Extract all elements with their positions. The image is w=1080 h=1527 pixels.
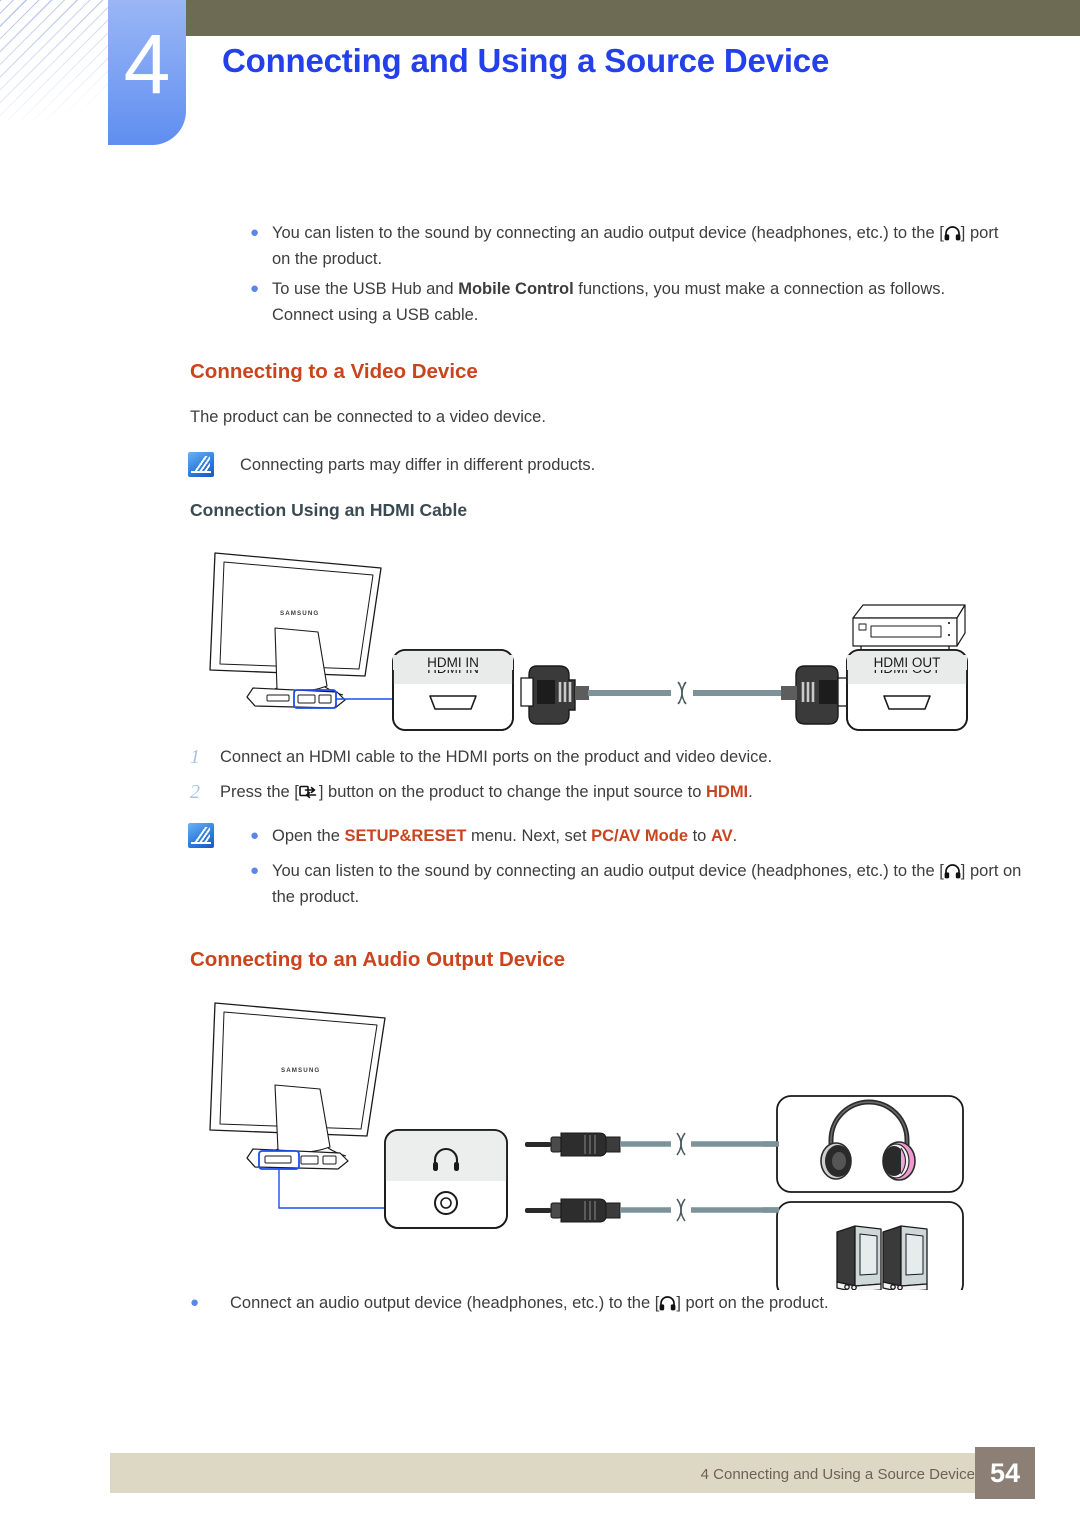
header-olive-bar: [185, 0, 1080, 36]
list-item: ● You can listen to the sound by connect…: [250, 858, 1040, 910]
footer-text: 4 Connecting and Using a Source Device: [700, 1466, 975, 1483]
bullet-text: To use the USB Hub and Mobile Control fu…: [272, 280, 946, 324]
headphone-icon: [944, 226, 961, 241]
list-item: ● Open the SETUP&RESET menu. Next, set P…: [250, 823, 1040, 849]
step-item: 2 Press the [] button on the product to …: [190, 779, 990, 805]
bullet-text: Connect an audio output device (headphon…: [230, 1294, 829, 1312]
audio-connection-diagram: SAMSUNG: [185, 990, 1005, 1290]
headphone-icon: [944, 864, 961, 879]
note-term-setup-reset: SETUP&RESET: [344, 827, 467, 845]
bullet-dot: ●: [250, 224, 260, 241]
note-bullet-text: Open the SETUP&RESET menu. Next, set PC/…: [272, 827, 738, 845]
subheading-hdmi-cable: Connection Using an HDMI Cable: [190, 500, 468, 520]
step-number: 2: [190, 781, 200, 803]
list-item: ● To use the USB Hub and Mobile Control …: [250, 276, 1010, 328]
note-block: ● Open the SETUP&RESET menu. Next, set P…: [188, 823, 1021, 910]
bullet-bold-term: Mobile Control: [458, 280, 574, 298]
video-intro-text: The product can be connected to a video …: [190, 408, 546, 426]
svg-text:SAMSUNG: SAMSUNG: [280, 610, 319, 617]
svg-text:SAMSUNG: SAMSUNG: [281, 1067, 320, 1074]
step-item: 1 Connect an HDMI cable to the HDMI port…: [190, 744, 990, 770]
section-heading-video: Connecting to a Video Device: [190, 360, 478, 383]
hdmi-in-label: HDMI IN: [393, 655, 513, 670]
note-term-av: AV: [710, 827, 733, 845]
note-block: Connecting parts may differ in different…: [188, 452, 595, 478]
headphone-icon: [659, 1296, 676, 1311]
bullet-text: You can listen to the sound by connectin…: [272, 224, 999, 268]
step-highlight-term: HDMI: [705, 783, 749, 801]
bullet-dot: ●: [190, 1294, 200, 1311]
page-number-badge: 54: [975, 1447, 1035, 1499]
note-term-pcav-mode: PC/AV Mode: [591, 827, 689, 845]
list-item: ● Connect an audio output device (headph…: [190, 1290, 990, 1316]
list-item: ● You can listen to the sound by connect…: [250, 220, 1010, 272]
step-number: 1: [190, 746, 200, 768]
step-text: Connect an HDMI cable to the HDMI ports …: [220, 748, 773, 766]
step-text: Press the [] button on the product to ch…: [220, 783, 753, 801]
chapter-number: 4: [123, 17, 171, 111]
note-bullet-text: You can listen to the sound by connectin…: [272, 862, 1022, 906]
bullet-dot: ●: [250, 280, 260, 297]
note-pen-icon: [188, 823, 214, 848]
section-heading-audio: Connecting to an Audio Output Device: [190, 948, 566, 971]
hdmi-out-label: HDMI OUT: [847, 655, 967, 670]
hdmi-connection-diagram: SAMSUNG HDMI IN: [185, 540, 1005, 740]
bullet-dot: ●: [250, 827, 260, 844]
source-button-icon: [299, 784, 319, 801]
note-pen-icon: [188, 452, 214, 477]
chapter-tab: 4: [108, 0, 186, 145]
note-text: Connecting parts may differ in different…: [240, 456, 596, 474]
bullet-dot: ●: [250, 862, 260, 879]
page-title: Connecting and Using a Source Device: [222, 42, 830, 79]
manual-page: 4 Connecting and Using a Source Device ●…: [0, 0, 1080, 1527]
